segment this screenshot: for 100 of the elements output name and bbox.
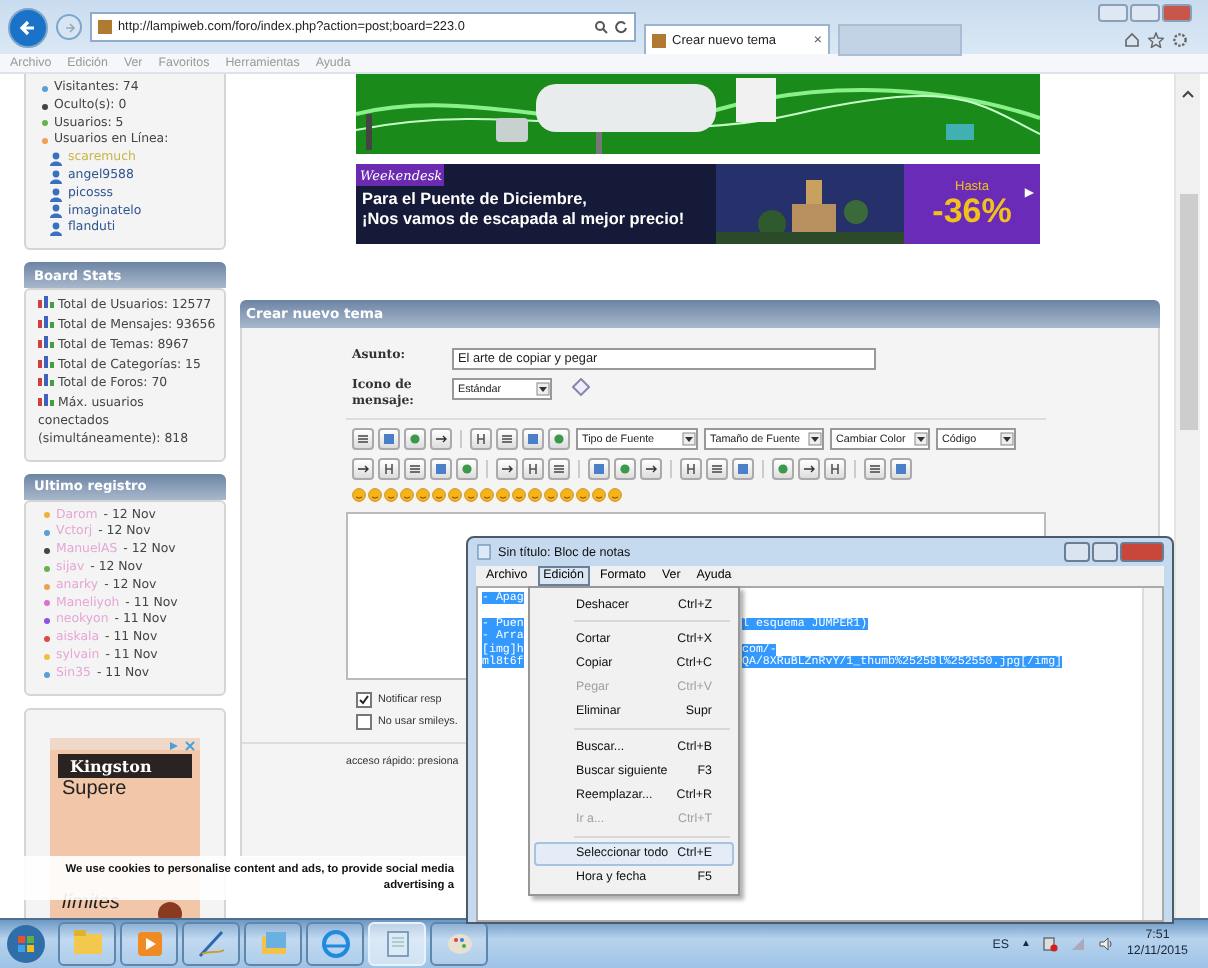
checkbox[interactable] [356, 692, 372, 708]
toolbar-button[interactable] [864, 458, 886, 480]
toolbar-button[interactable] [732, 458, 754, 480]
user-icon [50, 222, 62, 237]
bar-chart-icon [38, 315, 54, 328]
smiley-icon[interactable] [528, 488, 542, 502]
taskbar-app[interactable] [306, 922, 364, 966]
back-arrow-icon [18, 17, 38, 37]
start-button[interactable] [6, 924, 46, 964]
forward-arrow-icon [63, 21, 75, 33]
minimize-button[interactable] [1098, 4, 1128, 22]
toolbar-button[interactable] [496, 458, 518, 480]
toolbar-button[interactable] [548, 428, 570, 450]
taskbar-app[interactable] [120, 922, 178, 966]
toolbar-button[interactable] [496, 428, 518, 450]
smiley-icon[interactable] [384, 488, 398, 502]
smiley-icon[interactable] [448, 488, 462, 502]
bar-chart-icon [38, 374, 54, 387]
format-icon [356, 432, 370, 446]
smiley-icon[interactable] [496, 488, 510, 502]
format-icon [382, 462, 396, 476]
minimize-button[interactable] [1064, 542, 1090, 562]
smiley-icon[interactable] [352, 488, 366, 502]
caret-icon [808, 432, 822, 446]
format-icon [434, 432, 448, 446]
toolbar-button[interactable] [588, 458, 610, 480]
scrollbar[interactable] [1142, 588, 1162, 920]
toolbar-button[interactable] [378, 428, 400, 450]
toolbar-button[interactable] [614, 458, 636, 480]
smiley-icon[interactable] [400, 488, 414, 502]
smiley-icon[interactable] [480, 488, 494, 502]
home-icon [1124, 31, 1140, 47]
toolbar-button[interactable] [706, 458, 728, 480]
toolbar-button[interactable] [522, 428, 544, 450]
format-icon [644, 462, 658, 476]
smiley-icon[interactable] [544, 488, 558, 502]
pen-icon [193, 926, 229, 962]
caret-icon [1000, 432, 1014, 446]
star-icon [1148, 31, 1164, 47]
scroll-up-icon [1182, 90, 1194, 98]
notepad-icon [476, 544, 492, 560]
toolbar-button[interactable] [522, 458, 544, 480]
scrollbar[interactable] [1174, 74, 1200, 918]
taskbar-app[interactable] [182, 922, 240, 966]
smiley-icon[interactable] [432, 488, 446, 502]
back-button[interactable] [8, 7, 48, 47]
check-icon [358, 694, 370, 706]
caret-icon [682, 432, 696, 446]
format-icon [802, 462, 816, 476]
toolbar-button[interactable] [378, 458, 400, 480]
toolbar-button[interactable] [404, 458, 426, 480]
volume-icon [1098, 936, 1115, 952]
smiley-icon[interactable] [576, 488, 590, 502]
caret-icon [914, 432, 928, 446]
format-icon [408, 462, 422, 476]
maximize-button[interactable] [1130, 4, 1160, 22]
checkbox[interactable] [356, 714, 372, 730]
toolbar-button[interactable] [824, 458, 846, 480]
toolbar-button[interactable] [890, 458, 912, 480]
format-icon [894, 462, 908, 476]
smiley-icon[interactable] [560, 488, 574, 502]
ad-text: límites [60, 891, 122, 914]
smiley-icon[interactable] [592, 488, 606, 502]
toolbar-button[interactable] [352, 458, 374, 480]
toolbar-button[interactable] [470, 428, 492, 450]
toolbar-button[interactable] [430, 428, 452, 450]
taskbar-app[interactable] [430, 922, 488, 966]
toolbar-button[interactable] [352, 428, 374, 450]
smiley-icon[interactable] [512, 488, 526, 502]
format-icon [736, 462, 750, 476]
maximize-button[interactable] [1092, 542, 1118, 562]
taskbar-app[interactable] [244, 922, 302, 966]
format-icon [868, 462, 882, 476]
smiley-icon[interactable] [368, 488, 382, 502]
smiley-icon[interactable] [608, 488, 622, 502]
format-icon [552, 462, 566, 476]
toolbar-button[interactable] [640, 458, 662, 480]
format-icon [710, 462, 724, 476]
toolbar-button[interactable] [798, 458, 820, 480]
format-icon [828, 462, 842, 476]
smiley-icon[interactable] [416, 488, 430, 502]
taskbar-app[interactable] [58, 922, 116, 966]
toolbar-button[interactable] [680, 458, 702, 480]
format-icon [474, 432, 488, 446]
scrollbar-thumb[interactable] [1179, 194, 1197, 430]
refresh-icon [614, 20, 628, 34]
toolbar-button[interactable] [404, 428, 426, 450]
ad-choices-icon [168, 739, 196, 752]
network-icon [1042, 936, 1059, 952]
toolbar-button[interactable] [430, 458, 452, 480]
message-icon-preview [572, 378, 590, 396]
format-icon [356, 462, 370, 476]
toolbar-button[interactable] [548, 458, 570, 480]
forward-button[interactable] [56, 14, 82, 40]
toolbar-button[interactable] [456, 458, 478, 480]
format-icon [526, 462, 540, 476]
close-button[interactable] [1162, 4, 1192, 22]
smiley-icon[interactable] [464, 488, 478, 502]
headline-text: ¡Nos vamos de escapada al mejor precio! [362, 210, 687, 230]
toolbar-button[interactable] [772, 458, 794, 480]
